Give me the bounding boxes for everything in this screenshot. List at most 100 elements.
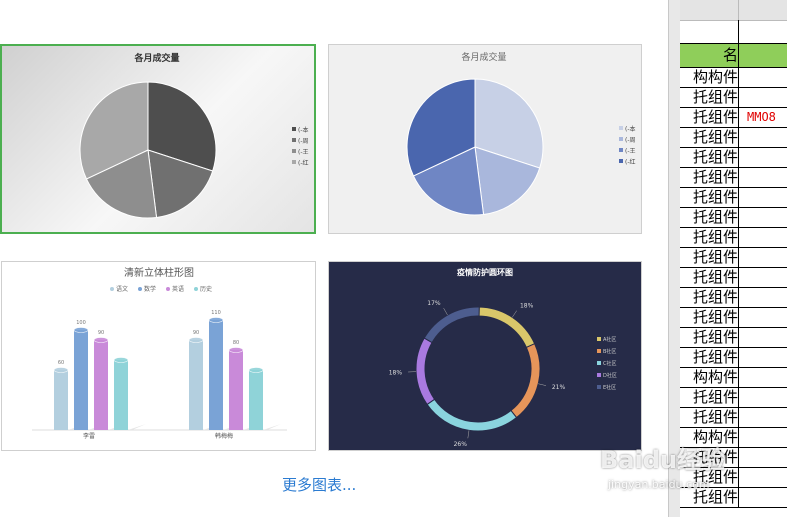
cell-code[interactable] <box>739 248 787 267</box>
cell-part-name[interactable]: 托组件 <box>680 308 739 327</box>
cell-code[interactable] <box>739 68 787 87</box>
cell-part-name[interactable]: 托组件 <box>680 248 739 267</box>
chart-template-grayscale-pie[interactable]: 各月成交量 (-本 (-周 (-王 (-红 <box>0 44 316 234</box>
legend-entry: E社区 <box>603 384 616 391</box>
chart-template-donut[interactable]: 疫情防护圆环图 18% 21% 26% 18% 17% A社区 B社区 C社区 D社区 E社区 <box>328 261 642 451</box>
chart-template-blue-pie[interactable]: 各月成交量 (-本 (-周 (-王 (-红 <box>328 44 642 234</box>
chart-title: 各月成交量 <box>461 51 506 63</box>
legend-entry: (-王 <box>298 149 309 156</box>
leader-line <box>467 430 470 439</box>
sheet-row[interactable]: 托组件 <box>680 188 787 208</box>
cell-part-name[interactable]: 托组件 <box>680 128 739 147</box>
sheet-row[interactable]: 托组件 <box>680 88 787 108</box>
cell-part-name[interactable]: 构构件 <box>680 368 739 387</box>
cell-part-name[interactable]: 托组件 <box>680 88 739 107</box>
cell-code[interactable] <box>739 168 787 187</box>
cell-part-name[interactable]: 托组件 <box>680 268 739 287</box>
sheet-row[interactable]: 托组件 <box>680 208 787 228</box>
sheet-row[interactable]: 托组件 <box>680 228 787 248</box>
sheet-row[interactable]: 托组件 <box>680 288 787 308</box>
cell-code[interactable] <box>739 88 787 107</box>
bar <box>229 350 243 430</box>
data-label: 26% <box>454 441 468 448</box>
sheet-row[interactable]: 构构件 <box>680 68 787 88</box>
sheet-row-blank[interactable] <box>680 20 787 44</box>
cell-part-name[interactable]: 托组件 <box>680 228 739 247</box>
cell-code[interactable] <box>739 188 787 207</box>
sheet-header-row[interactable]: 名 <box>680 44 787 68</box>
cell-code[interactable] <box>739 428 787 447</box>
sheet-row[interactable]: 托组件 <box>680 308 787 328</box>
cell-code[interactable] <box>739 328 787 347</box>
sheet-row[interactable]: 托组件 <box>680 248 787 268</box>
cell-code[interactable] <box>739 288 787 307</box>
bar <box>94 340 108 430</box>
cell-code[interactable] <box>739 348 787 367</box>
cell[interactable] <box>680 20 739 43</box>
donut-segment <box>510 343 541 419</box>
bar <box>114 360 128 430</box>
chart-template-3d-bar[interactable]: 清新立体柱形图 语文 数学 英语 历史 60 100 90 李雷 90 110 80 韩梅梅 <box>1 261 316 451</box>
cell-code[interactable] <box>739 268 787 287</box>
cell-code[interactable] <box>739 488 787 507</box>
cell-part-name[interactable]: 托组件 <box>680 388 739 407</box>
sheet-row[interactable]: 托组件 <box>680 408 787 428</box>
cell-part-name[interactable]: 托组件 <box>680 348 739 367</box>
column-header-row <box>680 0 787 21</box>
donut-segment <box>478 306 536 349</box>
legend-entry: A社区 <box>603 336 616 343</box>
sheet-row[interactable]: 托组件 <box>680 328 787 348</box>
baidu-logo-watermark: Baidu经验 <box>600 446 725 474</box>
cell-code[interactable]: MMO8 <box>739 108 787 127</box>
cell-code[interactable] <box>739 368 787 387</box>
legend-swatch <box>597 373 601 377</box>
legend-entry: 历史 <box>200 285 212 293</box>
cell-part-name[interactable]: 托组件 <box>680 108 739 127</box>
cell-part-name[interactable]: 托组件 <box>680 188 739 207</box>
cell-part-name[interactable]: 托组件 <box>680 208 739 227</box>
leader-line <box>512 310 517 318</box>
legend-swatch <box>597 385 601 389</box>
cell-part-name[interactable]: 托组件 <box>680 168 739 187</box>
cell-code[interactable] <box>739 448 787 467</box>
header-cell[interactable]: 名 <box>680 44 739 67</box>
leader-line <box>443 307 448 316</box>
cell-code[interactable] <box>739 128 787 147</box>
cell-code[interactable] <box>739 468 787 487</box>
sheet-row[interactable]: 托组件 <box>680 348 787 368</box>
legend-swatch <box>194 287 198 291</box>
cell-code[interactable] <box>739 228 787 247</box>
watermark-url: jingyan.baidu.com <box>608 478 710 491</box>
chart-title: 疫情防护圆环图 <box>457 267 513 277</box>
sheet-row[interactable]: 托组件 <box>680 488 787 508</box>
sheet-row[interactable]: 托组件 MMO8 <box>680 108 787 128</box>
legend-swatch <box>292 127 296 131</box>
legend-swatch <box>138 287 142 291</box>
sheet-row[interactable]: 托组件 <box>680 128 787 148</box>
sheet-row[interactable]: 托组件 <box>680 168 787 188</box>
cell-code[interactable] <box>739 388 787 407</box>
bar <box>249 370 263 430</box>
cell-code[interactable] <box>739 208 787 227</box>
cell-part-name[interactable]: 托组件 <box>680 408 739 427</box>
legend-entry: (-本 <box>298 126 309 134</box>
cell-part-name[interactable]: 托组件 <box>680 148 739 167</box>
cell-part-name[interactable]: 构构件 <box>680 68 739 87</box>
pie-chart-svg: 各月成交量 (-本 (-周 (-王 (-红 <box>406 51 636 216</box>
cell-part-name[interactable]: 托组件 <box>680 328 739 347</box>
cell-code[interactable] <box>739 308 787 327</box>
sheet-row[interactable]: 托组件 <box>680 388 787 408</box>
bar-chart-svg: 清新立体柱形图语文 数学 英语 历史 60 100 90 李雷 90 110 80 韩梅梅 <box>32 266 287 440</box>
legend-entry: (-周 <box>298 138 309 145</box>
legend-entry: C社区 <box>603 360 617 367</box>
sheet-row[interactable]: 构构件 <box>680 368 787 388</box>
sheet-row[interactable]: 托组件 <box>680 268 787 288</box>
cell-part-name[interactable]: 托组件 <box>680 288 739 307</box>
cell-code[interactable] <box>739 408 787 427</box>
sheet-row[interactable]: 托组件 <box>680 148 787 168</box>
more-charts-link[interactable]: 更多图表... <box>282 474 356 495</box>
data-label: 90 <box>193 330 199 336</box>
legend-swatch <box>166 287 170 291</box>
cell-code[interactable] <box>739 148 787 167</box>
bar-cap <box>113 357 129 363</box>
